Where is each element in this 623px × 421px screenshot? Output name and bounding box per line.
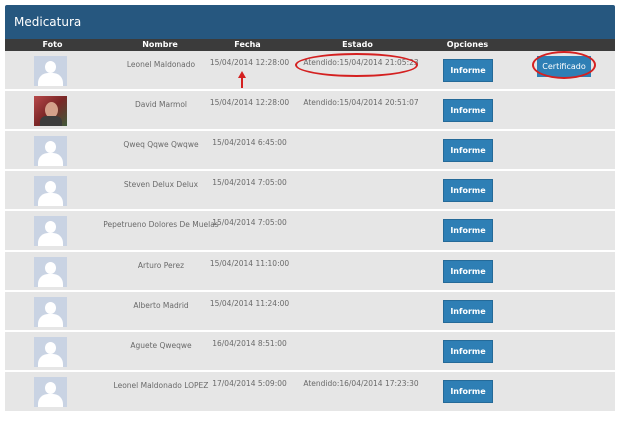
informe-button[interactable]: Informe <box>443 219 493 242</box>
photo-avatar-icon <box>34 96 67 126</box>
header-foto: Foto <box>42 40 63 49</box>
header-estado: Estado <box>342 40 373 49</box>
placeholder-avatar-icon <box>34 377 67 407</box>
informe-button[interactable]: Informe <box>443 59 493 82</box>
placeholder-avatar-icon <box>34 136 67 166</box>
row-fecha: 15/04/2014 7:05:00 <box>212 218 287 227</box>
informe-button[interactable]: Informe <box>443 179 493 202</box>
table-row: Aguete Qweqwe 16/04/2014 8:51:00 Informe <box>5 332 615 372</box>
avatar <box>34 96 67 126</box>
header-opciones: Opciones <box>446 40 489 49</box>
row-fecha: 16/04/2014 8:51:00 <box>212 339 287 348</box>
placeholder-avatar-icon <box>34 56 67 86</box>
row-fecha: 15/04/2014 11:10:00 <box>209 259 290 268</box>
informe-button[interactable]: Informe <box>443 340 493 363</box>
panel-title-bar: Medicatura <box>5 5 615 39</box>
annotation-arrow-icon <box>238 71 246 88</box>
row-estado: Atendido:16/04/2014 17:23:30 <box>303 379 419 388</box>
avatar <box>34 377 67 407</box>
avatar <box>34 297 67 327</box>
header-fecha: Fecha <box>234 40 261 49</box>
medicatura-panel: Medicatura Foto Nombre Fecha Estado Opci… <box>5 5 615 415</box>
row-fecha: 15/04/2014 12:28:00 <box>209 58 290 67</box>
placeholder-avatar-icon <box>34 257 67 287</box>
avatar <box>34 257 67 287</box>
panel-title: Medicatura <box>14 15 82 29</box>
avatar <box>34 56 67 86</box>
avatar <box>34 136 67 166</box>
header-nombre: Nombre <box>142 40 178 49</box>
avatar <box>34 216 67 246</box>
placeholder-avatar-icon <box>34 297 67 327</box>
informe-button[interactable]: Informe <box>443 380 493 403</box>
table-header: Foto Nombre Fecha Estado Opciones <box>5 39 615 51</box>
avatar <box>34 176 67 206</box>
informe-button[interactable]: Informe <box>443 260 493 283</box>
row-fecha: 15/04/2014 7:05:00 <box>212 178 287 187</box>
table-row: Steven Delux Delux 15/04/2014 7:05:00 In… <box>5 171 615 211</box>
informe-button[interactable]: Informe <box>443 300 493 323</box>
placeholder-avatar-icon <box>34 176 67 206</box>
row-fecha: 15/04/2014 6:45:00 <box>212 138 287 147</box>
table-row: David Marmol 15/04/2014 12:28:00 Atendid… <box>5 91 615 131</box>
placeholder-avatar-icon <box>34 216 67 246</box>
row-estado: Atendido:15/04/2014 20:51:07 <box>303 98 419 107</box>
avatar <box>34 337 67 367</box>
row-fecha: 17/04/2014 5:09:00 <box>212 379 287 388</box>
table-row: Leonel Maldonado 15/04/2014 12:28:00 Ate… <box>5 51 615 91</box>
informe-button[interactable]: Informe <box>443 139 493 162</box>
table-row: Leonel Maldonado LOPEZ 17/04/2014 5:09:0… <box>5 372 615 413</box>
table-row: Pepetrueno Dolores De Muelas 15/04/2014 … <box>5 211 615 252</box>
table-body: Leonel Maldonado 15/04/2014 12:28:00 Ate… <box>5 51 615 413</box>
row-fecha: 15/04/2014 11:24:00 <box>209 299 290 308</box>
certificado-button[interactable]: Certificado <box>537 56 591 77</box>
row-fecha: 15/04/2014 12:28:00 <box>209 98 290 107</box>
row-estado: Atendido:15/04/2014 21:05:23 <box>303 58 419 67</box>
placeholder-avatar-icon <box>34 337 67 367</box>
table-row: Qweq Qqwe Qwqwe 15/04/2014 6:45:00 Infor… <box>5 131 615 171</box>
table-row: Alberto Madrid 15/04/2014 11:24:00 Infor… <box>5 292 615 332</box>
table-row: Arturo Perez 15/04/2014 11:10:00 Informe <box>5 252 615 292</box>
informe-button[interactable]: Informe <box>443 99 493 122</box>
